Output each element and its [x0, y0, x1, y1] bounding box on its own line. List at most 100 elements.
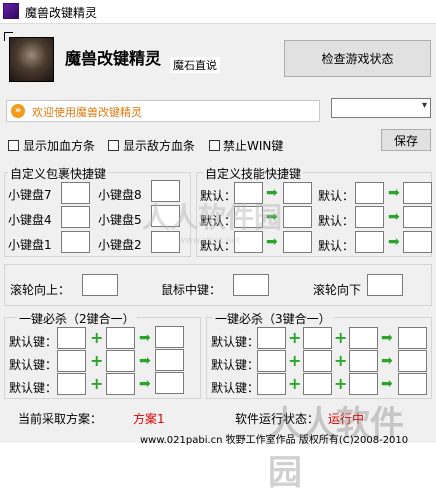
arrow-right-icon: » [11, 104, 25, 118]
combo3-default-label: 默认键： [211, 358, 260, 372]
watermark-center: 人人软件园 [142, 201, 283, 234]
plus-icon: + [288, 351, 302, 370]
skill-default-label: 默认： [318, 239, 355, 253]
skill-default-input[interactable] [355, 231, 384, 253]
app-name: 魔兽改键精灵 [65, 49, 162, 68]
combo3-key3-input[interactable] [349, 350, 378, 372]
app-icon [3, 3, 19, 19]
watermark-url: www.rrrxz.net [178, 236, 241, 246]
skill-custom-input[interactable] [283, 231, 312, 253]
arrow-right-icon: ➡ [388, 185, 400, 201]
arrow-right-icon: ➡ [139, 330, 151, 346]
combo2-key2-input[interactable] [106, 350, 135, 372]
combo3-key1-input[interactable] [257, 327, 286, 349]
skill-custom-input[interactable] [283, 182, 312, 204]
check-game-status-button[interactable]: 检查游戏状态 [284, 40, 431, 77]
disable-win-label: 禁止WIN键 [223, 139, 284, 153]
combo2-key1-input[interactable] [57, 373, 86, 395]
inventory-slot-input[interactable] [61, 231, 90, 253]
combo3-key3-input[interactable] [349, 327, 378, 349]
combo2-title: 一键必杀（2键合一） [17, 310, 137, 327]
chevron-down-icon: ▾ [421, 100, 427, 111]
skill-custom-input[interactable] [403, 182, 432, 204]
combo3-target-input[interactable] [398, 350, 427, 372]
wheel-up-input[interactable] [82, 274, 118, 296]
combo3-key2-input[interactable] [303, 327, 332, 349]
inventory-hotkeys-title: 自定义包裹快捷键 [8, 165, 109, 182]
combo3-key2-input[interactable] [303, 350, 332, 372]
hero-portrait [9, 37, 54, 82]
combo3-key3-input[interactable] [349, 373, 378, 395]
combo2-key2-input[interactable] [106, 373, 135, 395]
show-enemy-hp-label: 显示敌方血条 [123, 139, 196, 153]
plus-icon: + [90, 328, 104, 347]
welcome-text: 欢迎使用魔兽改键精灵 [32, 106, 142, 119]
skill-default-input[interactable] [355, 182, 384, 204]
arrow-right-icon: ➡ [139, 376, 151, 392]
arrow-right-icon: ➡ [139, 353, 151, 369]
arrow-right-icon: ➡ [381, 330, 393, 346]
arrow-right-icon: ➡ [381, 353, 393, 369]
show-hp-checkbox[interactable] [8, 140, 19, 151]
inventory-slot-label: 小键盘8 [98, 188, 142, 202]
window-title: 魔兽改键精灵 [25, 6, 98, 20]
inventory-slot-input[interactable] [61, 182, 90, 204]
plus-icon: + [334, 328, 348, 347]
subtitle: 魔石直说 [170, 57, 220, 73]
middle-button-input[interactable] [233, 274, 269, 296]
inventory-slot-label: 小键盘7 [8, 188, 52, 202]
combo3-key1-input[interactable] [257, 373, 286, 395]
disable-win-checkbox[interactable] [209, 140, 220, 151]
welcome-bar: » 欢迎使用魔兽改键精灵 [6, 100, 320, 122]
plus-icon: + [334, 374, 348, 393]
inventory-slot-label: 小键盘1 [8, 238, 52, 252]
combo2-target-input[interactable] [155, 326, 184, 348]
skill-default-label: 默认： [318, 189, 355, 203]
combo3-default-label: 默认键： [211, 381, 260, 395]
skill-custom-input[interactable] [403, 231, 432, 253]
arrow-right-icon: ➡ [388, 209, 400, 225]
skill-default-input[interactable] [355, 206, 384, 228]
arrow-right-icon: ➡ [388, 234, 400, 250]
combo2-target-input[interactable] [155, 349, 184, 371]
plus-icon: + [288, 374, 302, 393]
inventory-slot-label: 小键盘2 [98, 238, 142, 252]
wheel-down-label: 滚轮向下 [313, 283, 362, 297]
current-scheme-label: 当前采取方案： [18, 412, 103, 426]
inventory-slot-label: 小键盘5 [98, 213, 142, 227]
combo3-title: 一键必杀（3键合一） [213, 310, 333, 327]
combo2-default-label: 默认键： [9, 335, 58, 349]
skill-default-label: 默认： [318, 214, 355, 228]
arrow-right-icon: ➡ [266, 234, 278, 250]
middle-button-label: 鼠标中键： [161, 283, 222, 297]
show-hp-label: 显示加血方条 [23, 139, 96, 153]
skill-custom-input[interactable] [403, 206, 432, 228]
combo3-target-input[interactable] [398, 373, 427, 395]
skill-hotkeys-title: 自定义技能快捷键 [203, 165, 304, 182]
wheel-down-input[interactable] [367, 274, 403, 296]
plus-icon: + [90, 351, 104, 370]
inventory-slot-input[interactable] [61, 206, 90, 228]
plus-icon: + [90, 374, 104, 393]
combo3-key1-input[interactable] [257, 350, 286, 372]
combo2-key1-input[interactable] [57, 350, 86, 372]
save-button[interactable]: 保存 [381, 129, 431, 151]
combo2-target-input[interactable] [155, 372, 184, 394]
plus-icon: + [334, 351, 348, 370]
combo3-key2-input[interactable] [303, 373, 332, 395]
inventory-slot-label: 小键盘4 [8, 213, 52, 227]
skill-custom-input[interactable] [283, 206, 312, 228]
title-bar: 魔兽改键精灵 [0, 0, 436, 24]
combo2-default-label: 默认键： [9, 358, 58, 372]
combo2-key2-input[interactable] [106, 327, 135, 349]
combo2-default-label: 默认键： [9, 381, 58, 395]
show-enemy-hp-checkbox[interactable] [108, 140, 119, 151]
combo3-default-label: 默认键： [211, 335, 260, 349]
arrow-right-icon: ➡ [381, 376, 393, 392]
combo3-target-input[interactable] [398, 327, 427, 349]
footer-text: www.021pabi.cn 牧野工作室作品 版权所有(C)2008-2010 [140, 435, 409, 446]
combo2-key1-input[interactable] [57, 327, 86, 349]
wheel-up-label: 滚轮向上： [10, 283, 71, 297]
current-scheme-value: 方案1 [133, 412, 165, 426]
scheme-dropdown[interactable]: ▾ [331, 98, 431, 118]
